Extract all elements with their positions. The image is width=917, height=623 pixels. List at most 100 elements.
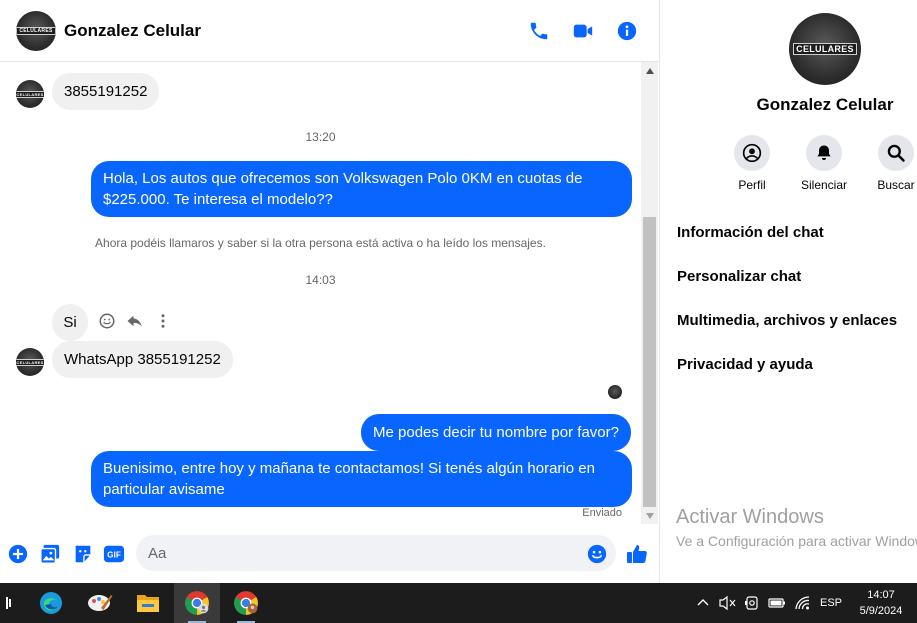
incoming-message[interactable]: 3855191252 [52,73,160,110]
chat-info-pane: CELULARES Gonzalez Celular Perfil Silenc… [659,0,917,583]
mute-label: Silenciar [800,178,848,192]
scroll-down-arrow[interactable] [641,507,658,524]
emoji-icon [587,544,607,564]
search-action-circle[interactable] [878,135,914,171]
menu-privacy-help[interactable]: Privacidad y ayuda [677,356,813,373]
seen-indicator-avatar: CELULARES [608,385,622,399]
battery-icon [768,598,785,608]
menu-customize-chat[interactable]: Personalizar chat [677,268,801,285]
screen-capture-icon [745,596,758,610]
reply-icon [127,315,142,327]
sticker-icon [75,545,91,563]
avatar-logo-text: CELULARES [793,43,857,55]
windows-taskbar: ESP 14:07 5/9/2024 [0,583,917,623]
timestamp: 13:20 [305,130,336,144]
chat-info-button[interactable] [615,19,639,43]
more-options-button[interactable] [153,311,173,331]
wifi-icon [795,596,810,610]
taskbar-file-explorer[interactable] [125,583,171,623]
chrome-profile-icon [234,591,258,615]
task-view-icon [6,597,11,609]
video-call-button[interactable] [571,19,595,43]
incoming-message[interactable]: WhatsApp 3855191252 [52,341,233,378]
taskbar-edge[interactable] [28,583,74,623]
avatar-logo-text: CELULARES [16,358,44,366]
triangle-down-icon [645,512,654,519]
search-icon [887,144,905,162]
message-list: CELULARES 3855191252 13:20 Hola, Los aut… [0,62,641,524]
watermark-title: Activar Windows [676,506,824,528]
screen-capture-button[interactable] [744,594,760,612]
image-icon [40,544,60,564]
watermark-subtitle: Ve a Configuración para activar Windows. [676,533,917,549]
profile-action[interactable]: Perfil [722,135,782,192]
chat-header: CELULARES Gonzalez Celular [0,0,659,62]
svg-text:GIF: GIF [107,551,121,560]
outgoing-message[interactable]: Me podes decir tu nombre por favor? [361,414,631,451]
clock[interactable]: 14:07 5/9/2024 [851,587,911,619]
input-language[interactable]: ESP [820,597,842,609]
chrome-icon [185,591,209,615]
menu-chat-info[interactable]: Información del chat [677,224,824,241]
message-line: particular avisame [103,481,225,498]
outgoing-message[interactable]: Buenisimo, entre hoy y mañana te contact… [91,451,632,507]
outgoing-message[interactable]: Hola, Los autos que ofrecemos son Volksw… [91,161,632,217]
contact-avatar[interactable]: CELULARES [16,11,56,51]
attach-image-button[interactable] [38,542,62,566]
taskbar-chrome[interactable] [174,583,220,623]
system-note: Ahora podéis llamaros y saber si la otra… [95,236,546,250]
react-button[interactable] [97,311,117,331]
like-button[interactable] [625,542,649,566]
reply-button[interactable] [125,311,145,331]
battery-status[interactable] [768,594,786,612]
composer: GIF [0,524,659,583]
search-action[interactable]: Buscar [866,135,917,192]
smiley-icon [99,313,115,329]
message-input[interactable] [136,535,616,571]
vertical-dots-icon [161,314,165,328]
avatar-logo-text: CELULARES [16,90,44,98]
mute-action[interactable]: Silenciar [794,135,854,192]
message-line: Hola, Los autos que ofrecemos son Volksw… [103,170,583,187]
video-camera-icon [573,24,593,38]
taskbar-paint[interactable] [77,583,123,623]
avatar-logo-text: CELULARES [16,27,56,35]
phone-call-button[interactable] [527,19,551,43]
clock-date: 5/9/2024 [859,605,903,617]
info-contact-name: Gonzalez Celular [756,95,894,114]
gif-icon: GIF [103,545,125,563]
contact-avatar-large[interactable]: CELULARES [789,13,861,85]
task-view-button[interactable] [0,583,28,623]
scrollbar-thumb[interactable] [643,217,656,507]
show-hidden-icons-button[interactable] [696,594,710,612]
plus-circle-icon [8,544,28,564]
incoming-message[interactable]: Si [52,304,88,341]
paint-icon [88,595,113,611]
thumbs-up-icon [627,545,647,563]
more-actions-button[interactable] [6,542,30,566]
gif-button[interactable]: GIF [102,542,126,566]
message-line: $225.000. Te interesa el modelo?? [103,191,333,208]
scroll-up-arrow[interactable] [641,62,658,79]
contact-avatar-small[interactable]: CELULARES [16,80,44,108]
menu-media-files-links[interactable]: Multimedia, archivos y enlaces [677,312,897,329]
chat-pane: CELULARES Gonzalez Celular CELULARES 385… [0,0,659,583]
taskbar-chrome-profile[interactable] [223,583,269,623]
profile-action-circle[interactable] [734,135,770,171]
volume-muted-button[interactable] [719,594,737,612]
clock-time: 14:07 [867,589,895,601]
emoji-button[interactable] [585,542,609,566]
contact-name[interactable]: Gonzalez Celular [64,21,201,41]
mute-action-circle[interactable] [806,135,842,171]
timestamp: 14:03 [305,273,336,287]
network-status[interactable] [794,594,812,612]
profile-icon [742,143,762,163]
message-scrollbar[interactable] [641,62,658,524]
contact-avatar-small[interactable]: CELULARES [16,348,44,376]
sent-status: Enviado [582,507,622,519]
phone-icon [530,22,548,40]
search-label: Buscar [877,178,915,192]
triangle-up-icon [645,67,654,74]
sticker-button[interactable] [71,542,95,566]
chevron-up-icon [697,599,709,606]
